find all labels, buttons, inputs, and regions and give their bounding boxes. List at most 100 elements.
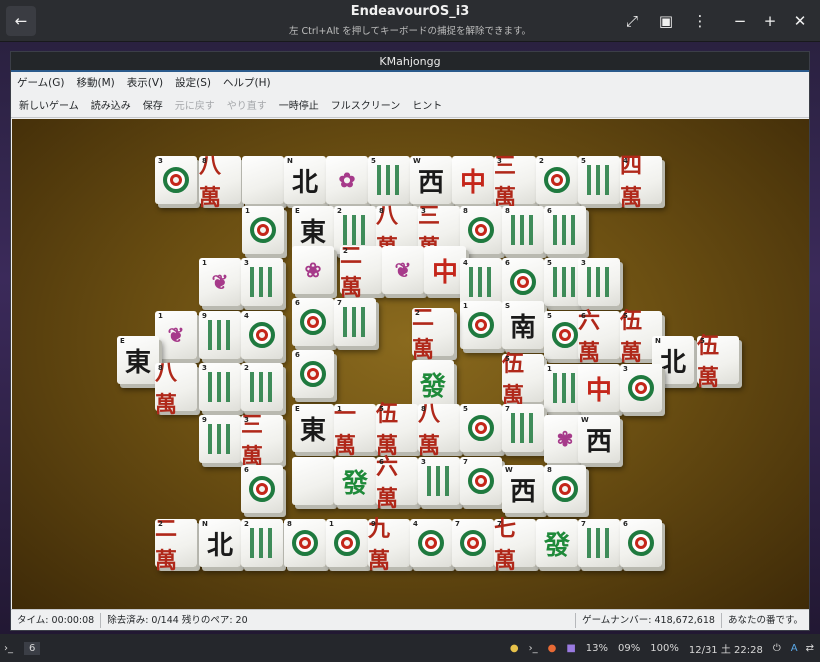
tile-index: 3 — [158, 157, 163, 165]
dots-suit-icon — [292, 530, 318, 556]
mahjong-tile[interactable]: E東 — [292, 404, 336, 456]
mahjong-tile[interactable]: 6 — [292, 350, 336, 402]
mahjong-tile[interactable]: 2 二萬 — [412, 305, 456, 363]
new-game-button[interactable]: 新しいゲーム — [19, 97, 79, 112]
firefox-icon[interactable]: ● — [548, 643, 557, 654]
mahjong-tile[interactable]: W西 — [502, 465, 546, 517]
mahjong-tile[interactable]: 8八萬 — [418, 401, 462, 459]
mahjong-tile[interactable]: 6 六萬 — [376, 454, 420, 512]
mahjong-tile[interactable]: 中 — [578, 364, 622, 416]
mahjong-tile[interactable]: 7 七萬 — [494, 516, 538, 574]
mahjong-tile[interactable]: 3 — [418, 457, 462, 509]
minimize-icon[interactable]: − — [728, 6, 752, 36]
tile-face: 8 — [284, 519, 326, 567]
tile-index: 5 — [463, 405, 468, 413]
hint-button[interactable]: ヒント — [412, 97, 442, 112]
workspace-indicator[interactable]: 6 — [24, 641, 41, 655]
tile-face: 8八萬 — [199, 153, 241, 211]
mahjong-tile[interactable]: 3 — [620, 364, 664, 416]
mahjong-tile[interactable]: 5 — [578, 156, 622, 208]
tile-index: 5 — [623, 312, 628, 320]
menu-game[interactable]: ゲーム(G) — [17, 75, 65, 90]
mahjong-tile[interactable]: 5 伍萬 — [502, 351, 546, 409]
tile-face: 6 — [502, 258, 544, 306]
mahjong-tile[interactable]: 5 — [460, 404, 504, 456]
mahjong-tile[interactable]: 3 — [199, 363, 243, 415]
menu-move[interactable]: 移動(M) — [77, 75, 115, 90]
mahjong-tile[interactable]: 9 九萬 — [368, 516, 412, 574]
mahjong-tile[interactable]: 7 — [578, 519, 622, 571]
folder-icon[interactable]: ■ — [566, 643, 575, 654]
mahjong-tile[interactable]: 7 — [460, 457, 504, 509]
mahjong-tile[interactable]: 4 — [241, 311, 285, 363]
mahjong-tile[interactable]: 6 六萬 — [578, 308, 622, 366]
mahjong-tile[interactable]: 發 — [334, 457, 378, 509]
mahjong-tile[interactable]: 2 二萬 — [155, 516, 199, 574]
fullscreen-icon[interactable]: ⤢ — [620, 6, 644, 36]
mahjong-tile[interactable]: 7 — [502, 404, 546, 456]
mahjong-tile[interactable]: ❦ — [382, 246, 426, 298]
mahjong-tile[interactable]: 8 — [502, 206, 546, 258]
prompt-icon[interactable]: ›_ — [529, 643, 538, 654]
mahjong-tile[interactable]: 9 — [199, 311, 243, 363]
mahjong-tile[interactable]: 3 — [155, 156, 199, 208]
mahjong-tile[interactable]: 8八萬 — [155, 360, 199, 418]
mahjong-tile[interactable]: 8 — [284, 519, 328, 571]
tile-glyph: 發 — [543, 530, 570, 561]
mahjong-tile[interactable]: 6 — [620, 519, 664, 571]
mahjong-tile[interactable]: 2 — [241, 519, 285, 571]
mahjong-tile[interactable]: 7 — [452, 519, 496, 571]
mahjong-tile[interactable]: W西 — [578, 415, 622, 467]
fullscreen-button[interactable]: フルスクリーン — [331, 97, 401, 112]
dots-suit-icon — [250, 217, 276, 243]
more-options-icon[interactable]: ⋮ — [688, 6, 712, 36]
terminal-icon[interactable]: ›_ — [4, 643, 20, 654]
mahjong-tile[interactable]: ✿ — [326, 156, 370, 208]
load-button[interactable]: 読み込み — [91, 97, 131, 112]
mahjong-tile[interactable]: 6 — [292, 298, 336, 350]
mahjong-tile[interactable]: 6 — [241, 465, 285, 517]
input-method-icon[interactable]: A — [791, 643, 798, 654]
mahjong-tile[interactable]: 1 — [460, 301, 504, 353]
tile-index: 2 — [158, 520, 163, 528]
mahjong-tile[interactable]: 9 — [199, 415, 243, 467]
tile-face: 9 — [199, 311, 241, 359]
power-icon[interactable]: ⏻ — [773, 643, 781, 654]
maximize-icon[interactable]: + — [758, 6, 782, 36]
mahjong-tile[interactable] — [292, 457, 336, 509]
mahjong-tile[interactable]: 3 — [241, 258, 285, 310]
mahjong-tile[interactable]: 6 — [544, 206, 588, 258]
bamboo-suit-icon — [427, 466, 451, 496]
mahjong-tile[interactable] — [242, 156, 286, 208]
redo-button[interactable]: やり直す — [227, 97, 267, 112]
network-icon[interactable]: ⇄ — [806, 643, 814, 654]
mahjong-tile[interactable]: 2 — [536, 156, 580, 208]
pause-button[interactable]: 一時停止 — [279, 97, 319, 112]
mahjong-tile[interactable]: 5 伍萬 — [697, 333, 741, 391]
mahjong-tile[interactable]: 1 — [326, 519, 370, 571]
mahjong-tile[interactable]: 7 — [334, 298, 378, 350]
mahjong-tile[interactable]: ❀ — [292, 246, 336, 298]
close-icon[interactable]: ✕ — [788, 6, 812, 36]
mahjong-tile[interactable]: 3三萬 — [241, 412, 285, 470]
mahjong-tile[interactable]: 1 一萬 — [334, 401, 378, 459]
window-mode-icon[interactable]: ▣ — [654, 6, 678, 36]
chat-icon[interactable]: ● — [510, 643, 519, 654]
mahjong-tile[interactable]: N北 — [199, 519, 243, 571]
mahjong-tile[interactable]: N北 — [284, 156, 328, 208]
mahjong-tile[interactable]: 3三萬 — [494, 153, 538, 211]
mahjong-tile[interactable]: 1 — [242, 206, 286, 258]
undo-button[interactable]: 元に戻す — [175, 97, 215, 112]
mahjong-tile[interactable]: 4 四萬 — [620, 153, 664, 211]
menu-settings[interactable]: 設定(S) — [175, 75, 211, 90]
dots-suit-icon — [552, 476, 578, 502]
save-button[interactable]: 保存 — [143, 97, 163, 112]
mahjong-tile[interactable]: 8 — [544, 465, 588, 517]
menu-help[interactable]: ヘルプ(H) — [223, 75, 271, 90]
mahjong-tile[interactable]: 發 — [536, 519, 580, 571]
mahjong-tile[interactable]: 1 ❦ — [199, 258, 243, 310]
menu-view[interactable]: 表示(V) — [127, 75, 163, 90]
mahjong-tile[interactable]: 8八萬 — [199, 153, 243, 211]
mahjong-tile[interactable]: 4 — [410, 519, 454, 571]
mahjong-tile[interactable]: 2 二萬 — [340, 243, 384, 301]
